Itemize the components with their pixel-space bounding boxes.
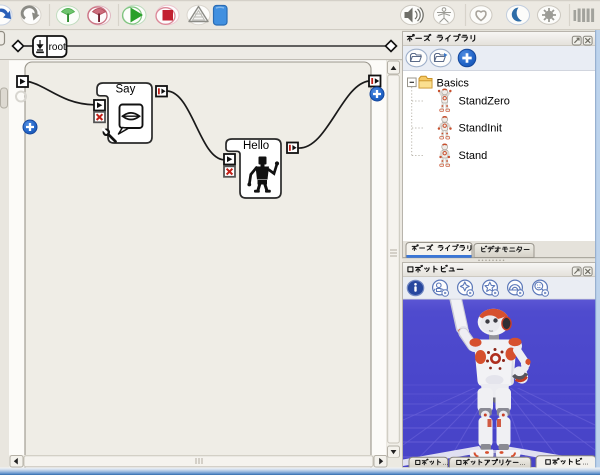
- svg-text:Hello: Hello: [243, 140, 269, 152]
- svg-text:root: root: [49, 42, 66, 53]
- svg-text:Stand: Stand: [459, 150, 488, 162]
- svg-text:StandZero: StandZero: [459, 96, 510, 108]
- svg-text:Basics: Basics: [437, 78, 470, 90]
- svg-text:Say: Say: [116, 84, 136, 96]
- svg-text:StandInit: StandInit: [459, 123, 502, 135]
